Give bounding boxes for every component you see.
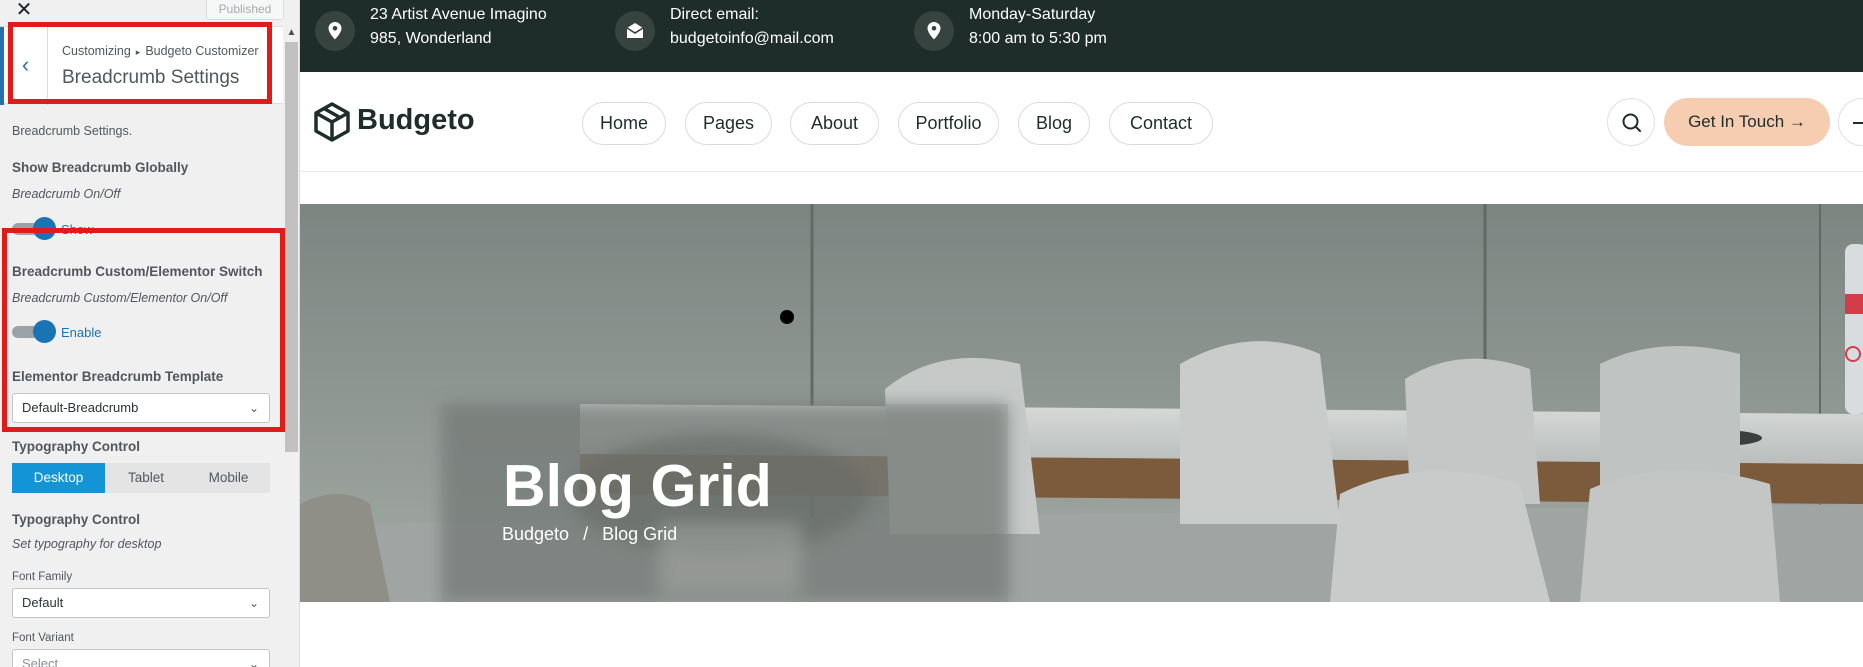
address-line-1: 23 Artist Avenue Imagino [370, 6, 547, 23]
email-label: Direct email: [670, 6, 759, 23]
map-pin-icon [315, 11, 355, 51]
template-select-value: Default-Breadcrumb [22, 400, 139, 415]
section-description: Breadcrumb Settings. [12, 124, 133, 138]
custom-switch-toggle[interactable] [12, 320, 56, 343]
site-topbar: 23 Artist Avenue Imagino 985, Wonderland… [300, 0, 1863, 72]
custom-switch-label: Breadcrumb Custom/Elementor Switch [12, 264, 263, 279]
section-header: ‹ Customizing ▸ Budgeto Customizer Breadcr… [0, 26, 283, 105]
get-in-touch-button[interactable]: Get In Touch → [1664, 98, 1830, 146]
crumb-separator-icon: ▸ [135, 47, 141, 57]
customizer-breadcrumb: Customizing ▸ Budgeto Customizer [62, 44, 259, 58]
cube-icon [314, 102, 350, 142]
custom-switch-description: Breadcrumb Custom/Elementor On/Off [12, 291, 228, 305]
show-breadcrumb-description: Breadcrumb On/Off [12, 187, 121, 201]
hero-breadcrumb: Budgeto / Blog Grid [502, 524, 677, 545]
close-icon[interactable]: ✕ [12, 0, 36, 22]
font-variant-select[interactable]: Select ⌄ [12, 649, 270, 667]
typography-control-description: Set typography for desktop [12, 537, 162, 551]
nav-contact[interactable]: Contact [1109, 102, 1213, 145]
email-address[interactable]: budgetoinfo@mail.com [670, 30, 834, 48]
nav-home[interactable]: Home [582, 102, 666, 145]
page-title: Blog Grid [503, 453, 772, 519]
chevron-down-icon: ⌄ [248, 657, 259, 667]
nav-pages[interactable]: Pages [685, 102, 772, 145]
template-select[interactable]: Default-Breadcrumb ⌄ [12, 393, 270, 423]
scroll-up-arrow-icon[interactable]: ▲ [283, 24, 299, 41]
nav-about[interactable]: About [790, 102, 879, 145]
publish-button[interactable]: Published [206, 0, 284, 20]
hero-crumb-home[interactable]: Budgeto [502, 524, 569, 544]
typography-heading: Typography Control [12, 439, 140, 454]
typography-control-label: Typography Control [12, 512, 140, 527]
mail-icon [615, 11, 655, 51]
brand-name: Budgeto [357, 104, 475, 136]
crumb-customizing: Customizing [62, 44, 131, 58]
cta-label: Get In Touch [1688, 112, 1785, 131]
map-pin-icon [914, 11, 954, 51]
search-icon [1622, 113, 1641, 132]
menu-toggle-button[interactable] [1838, 98, 1863, 146]
address-line-2: 985, Wonderland [370, 30, 492, 47]
chevron-down-icon: ⌄ [248, 596, 259, 610]
font-variant-value: Select [22, 656, 59, 667]
site-preview: 23 Artist Avenue Imagino 985, Wonderland… [300, 0, 1863, 667]
arrow-right-icon [1853, 122, 1863, 124]
search-button[interactable] [1607, 98, 1655, 146]
chevron-down-icon: ⌄ [248, 401, 259, 415]
show-breadcrumb-label: Show Breadcrumb Globally [12, 160, 189, 175]
hours-days: Monday-Saturday [969, 6, 1096, 23]
customizer-sidebar: ✕ Published ‹ Customizing ▸ Budgeto Custom… [0, 0, 300, 667]
hero-crumb-current: Blog Grid [602, 524, 678, 544]
hero-crumb-separator: / [583, 524, 589, 544]
custom-switch-state: Enable [61, 325, 102, 340]
template-label: Elementor Breadcrumb Template [12, 369, 224, 384]
nav-portfolio[interactable]: Portfolio [898, 102, 999, 145]
arrow-right-icon: → [1788, 112, 1806, 131]
font-family-label: Font Family [12, 571, 73, 583]
font-family-value: Default [22, 595, 64, 610]
page-hero: Blog Grid Budgeto / Blog Grid [300, 204, 1863, 602]
tab-desktop[interactable]: Desktop [12, 463, 105, 493]
show-breadcrumb-toggle[interactable] [12, 217, 56, 240]
show-breadcrumb-state: Show [61, 222, 94, 237]
hours-time: 8:00 am to 5:30 pm [969, 30, 1107, 47]
customizer-header: ✕ Published [0, 0, 284, 24]
chevron-left-icon: ‹ [21, 52, 30, 77]
device-tabs: Desktop Tablet Mobile [12, 463, 270, 493]
tab-mobile[interactable]: Mobile [187, 463, 270, 493]
section-title: Breadcrumb Settings [62, 67, 240, 88]
back-button[interactable]: ‹ [4, 27, 48, 105]
tab-tablet[interactable]: Tablet [105, 463, 187, 493]
font-variant-label: Font Variant [12, 632, 74, 644]
font-family-select[interactable]: Default ⌄ [12, 588, 270, 618]
nav-blog[interactable]: Blog [1018, 102, 1090, 145]
crumb-budgeto-customizer: Budgeto Customizer [145, 44, 259, 58]
sidebar-scrollbar[interactable]: ▲ [283, 24, 299, 667]
site-navbar: Budgeto Home Pages About Portfolio Blog … [300, 72, 1863, 172]
scrollbar-thumb[interactable] [285, 42, 298, 452]
